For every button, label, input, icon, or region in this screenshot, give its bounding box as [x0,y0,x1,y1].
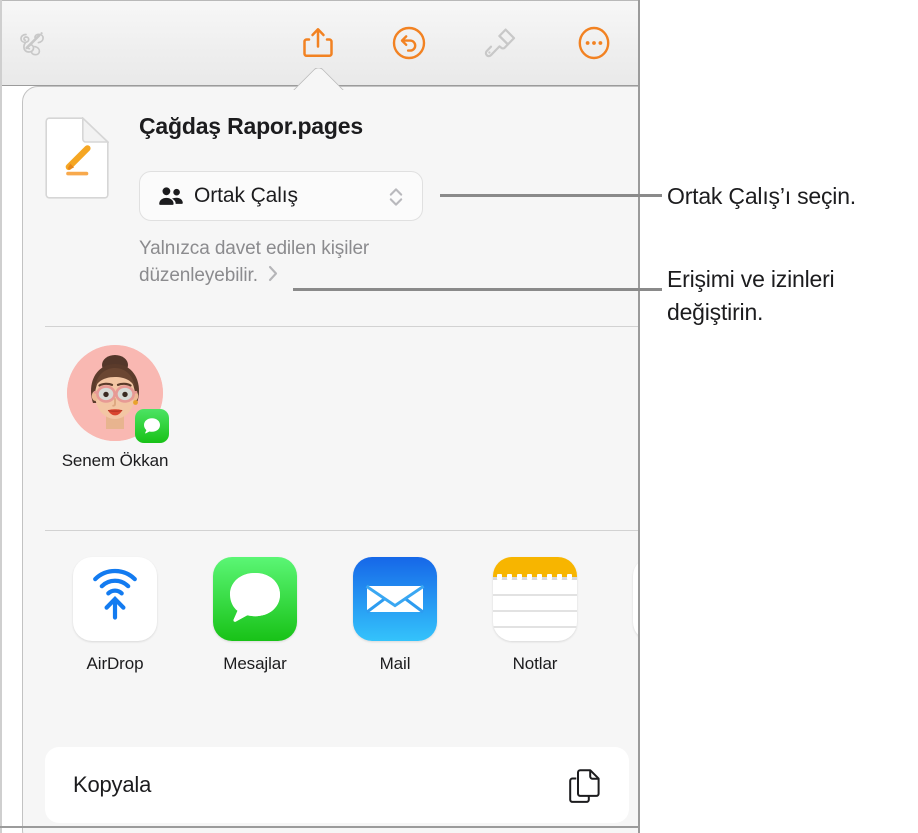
smart-annotation-icon [15,25,51,66]
share-app-airdrop[interactable]: AirDrop [45,557,185,674]
smart-annotation-button[interactable] [6,19,60,71]
app-label: Mesajlar [223,654,287,673]
window-right-border [638,0,640,833]
share-app-messages[interactable]: Mesajlar [185,557,325,674]
callout-text-1: Ortak Çalış’ı seçin. [667,183,856,209]
divider-apps [45,530,640,531]
callout-leader-line-2 [293,288,662,291]
collaborator-item[interactable]: Senem Ökkan [45,345,185,472]
airdrop-icon [73,557,157,641]
avatar [67,345,169,443]
share-apps-row: AirDrop Mesajlar Mail Notlar [45,557,640,707]
copy-icon [567,768,601,804]
app-label: Anım [605,654,640,674]
messages-icon [213,557,297,641]
more-ellipsis-icon [576,25,612,66]
more-options-button[interactable] [567,19,621,71]
share-icon [301,25,335,66]
share-app-notes[interactable]: Notlar [465,557,605,674]
share-app-reminders[interactable]: Anım [605,557,640,674]
window-bottom-border [0,826,640,828]
share-app-mail[interactable]: Mail [325,557,465,674]
app-window: Çağdaş Rapor.pages Ortak Çalış Yalnızca … [0,0,640,833]
share-button[interactable] [291,19,345,71]
document-title: Çağdaş Rapor.pages [139,113,363,139]
pages-document-icon [45,116,110,199]
notes-icon [493,557,577,641]
messages-app-badge [135,409,169,443]
format-button[interactable] [474,19,528,71]
undo-button[interactable] [382,19,436,71]
collaborate-label: Ortak Çalış [194,184,298,207]
undo-icon [391,25,427,66]
collaborator-name: Senem Ökkan [61,451,169,470]
collaborate-button[interactable]: Ortak Çalış [139,171,423,221]
app-label: AirDrop [86,654,144,673]
divider-header [45,326,640,327]
app-label: Notlar [512,654,558,673]
permission-description[interactable]: Yalnızca davet edilen kişiler düzenleyeb… [139,235,469,290]
app-label: Mail [379,654,411,673]
mail-icon [353,557,437,641]
share-popover: Çağdaş Rapor.pages Ortak Çalış Yalnızca … [22,86,640,833]
window-left-border [0,0,2,833]
two-people-icon [158,186,184,206]
copy-action-row[interactable]: Kopyala [45,747,629,823]
chevron-up-down-icon [388,185,404,209]
copy-action-label: Kopyala [73,772,152,797]
callout-leader-line-1 [440,194,662,197]
callout-text-2: Erişimi ve izinleri değiştirin. [667,266,835,325]
chevron-right-icon[interactable] [268,263,278,290]
permission-text-label: Yalnızca davet edilen kişiler düzenleyeb… [139,238,370,286]
paintbrush-icon [482,24,520,67]
popover-pointer [290,68,346,90]
